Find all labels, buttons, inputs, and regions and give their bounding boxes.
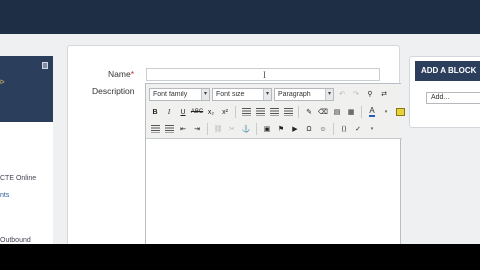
emoticon-icon[interactable]: ☺ [317, 123, 329, 135]
description-label: Description [92, 86, 135, 96]
editor-toolbar: Font family ▾ Font size ▾ Paragraph ▾ ↶ … [146, 84, 415, 139]
required-marker: * [130, 69, 134, 79]
html-source-icon[interactable]: ⟨⟩ [338, 123, 350, 135]
undo-icon[interactable]: ↶ [336, 88, 348, 100]
add-block-card: ADD A BLOCK Add... [409, 56, 480, 128]
settings-form-card: Name* I Description Font family ▾ Font s… [67, 45, 415, 244]
indent-icon[interactable]: ⇥ [191, 123, 203, 135]
special-char-icon[interactable]: Ω [303, 123, 315, 135]
nav-link-cte-online[interactable]: CTE Online [0, 175, 36, 182]
align-right-icon[interactable] [268, 106, 280, 118]
chevron-down-icon: ▾ [201, 88, 209, 100]
navigation-block-header: ᐅ [0, 56, 53, 122]
name-label: Name* [108, 69, 134, 79]
toolbar-row-2: B I U ABC x₂ x² ✎ ⌫ ▤ ▦ A ▾ [149, 104, 420, 120]
highlight-color-icon[interactable] [394, 106, 406, 118]
underline-button[interactable]: U [177, 106, 189, 118]
add-block-title: ADD A BLOCK [415, 61, 480, 81]
media-icon[interactable]: ▶ [289, 123, 301, 135]
unlink-icon[interactable]: ✂ [226, 123, 238, 135]
spellcheck-icon[interactable]: ✓ [352, 123, 364, 135]
text-color-icon[interactable]: A [366, 106, 378, 118]
replace-icon[interactable]: ⇄ [378, 88, 390, 100]
italic-button[interactable]: I [163, 106, 175, 118]
text-cursor-icon: I [263, 70, 266, 80]
image-icon[interactable]: ▣ [261, 123, 273, 135]
nav-link-nts[interactable]: nts [0, 192, 9, 199]
editor-content-area[interactable] [146, 140, 400, 244]
name-label-text: Name [108, 69, 131, 79]
remove-format-icon[interactable]: ⌫ [317, 106, 329, 118]
font-size-select[interactable]: Font size ▾ [212, 87, 272, 101]
align-left-icon[interactable] [240, 106, 252, 118]
chevron-down-icon[interactable]: ▾ [366, 123, 378, 135]
dock-block-icon[interactable] [42, 62, 48, 69]
toolbar-divider [235, 106, 236, 118]
bold-button[interactable]: B [149, 106, 161, 118]
paste-word-icon[interactable]: ▦ [345, 106, 357, 118]
description-editor: Font family ▾ Font size ▾ Paragraph ▾ ↶ … [145, 83, 415, 244]
arrow-icon: ᐅ [0, 80, 5, 86]
page-viewport: ᐅ CTE Online nts Outbound Name* I Descri… [0, 34, 480, 244]
toolbar-divider [333, 123, 334, 135]
toolbar-divider [207, 123, 208, 135]
browser-top-bar [0, 0, 480, 34]
bottom-black-bar [0, 244, 480, 270]
numbered-list-icon[interactable] [163, 123, 175, 135]
font-size-value: Font size [216, 90, 245, 98]
toolbar-row-1: Font family ▾ Font size ▾ Paragraph ▾ ↶ … [149, 86, 390, 102]
anchor-icon[interactable]: ⚓ [240, 123, 252, 135]
outdent-icon[interactable]: ⇤ [177, 123, 189, 135]
toolbar-divider [361, 106, 362, 118]
superscript-button[interactable]: x² [219, 106, 231, 118]
chevron-down-icon: ▾ [325, 88, 333, 100]
link-icon[interactable]: ⛓ [212, 123, 224, 135]
font-family-select[interactable]: Font family ▾ [149, 87, 210, 101]
navigation-block-body: CTE Online nts Outbound [0, 122, 53, 244]
paste-icon[interactable]: ▤ [331, 106, 343, 118]
align-center-icon[interactable] [254, 106, 266, 118]
bullet-list-icon[interactable] [149, 123, 161, 135]
format-value: Paragraph [278, 90, 311, 98]
nav-link-outbound[interactable]: Outbound [0, 237, 31, 244]
toolbar-row-3: ⇤ ⇥ ⛓ ✂ ⚓ ▣ ⚑ ▶ Ω ☺ ⟨⟩ ✓ ▾ [149, 121, 378, 137]
add-block-select[interactable]: Add... [426, 92, 480, 104]
subscript-button[interactable]: x₂ [205, 106, 217, 118]
justify-icon[interactable] [282, 106, 294, 118]
cleanup-icon[interactable]: ✎ [303, 106, 315, 118]
find-icon[interactable]: ⚲ [364, 88, 376, 100]
format-select[interactable]: Paragraph ▾ [274, 87, 334, 101]
toolbar-divider [298, 106, 299, 118]
chevron-down-icon: ▾ [263, 88, 271, 100]
font-family-value: Font family [153, 90, 188, 98]
strikethrough-button[interactable]: ABC [191, 106, 203, 118]
toolbar-divider [256, 123, 257, 135]
chevron-down-icon[interactable]: ▾ [380, 106, 392, 118]
bookmark-icon[interactable]: ⚑ [275, 123, 287, 135]
redo-icon[interactable]: ↷ [350, 88, 362, 100]
